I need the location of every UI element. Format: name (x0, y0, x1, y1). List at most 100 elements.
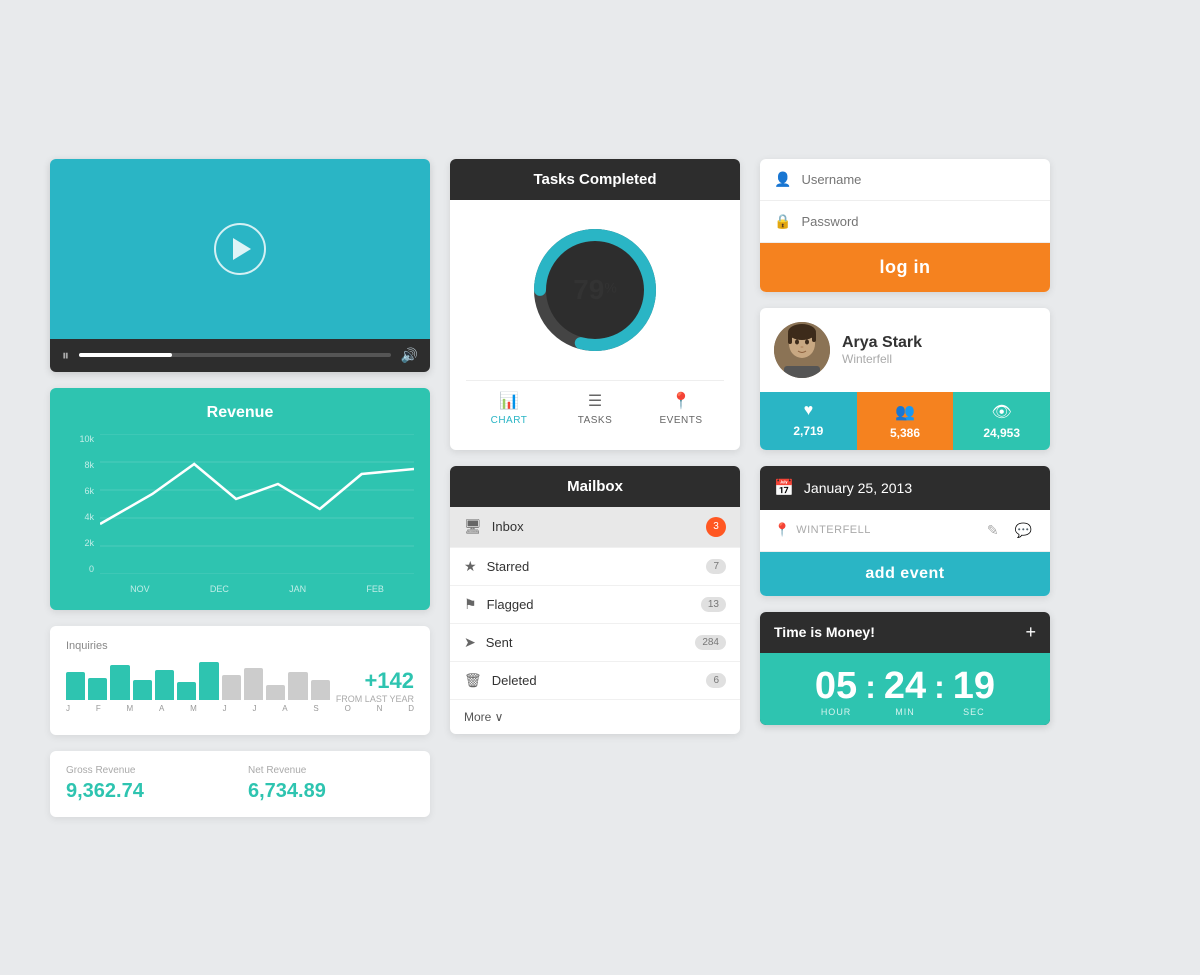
volume-icon[interactable]: 🔊 (401, 347, 418, 364)
net-label: Net Revenue (248, 765, 414, 776)
gross-label: Gross Revenue (66, 765, 232, 776)
profile-name: Arya Stark (842, 334, 922, 352)
bar-chart (66, 660, 330, 700)
bar-item (88, 678, 107, 700)
tasks-tab-label: TASKS (578, 415, 613, 426)
progress-fill (79, 353, 172, 357)
minutes-value: 24 (884, 667, 926, 705)
net-value: 6,734.89 (248, 780, 414, 803)
calendar-icon: 📅 (774, 478, 794, 498)
event-actions: 📍 WINTERFELL ✎ 💬 (760, 510, 1050, 552)
bar-item (311, 680, 330, 700)
profile-text: Arya Stark Winterfell (842, 334, 922, 366)
chart-x-labels: NOV DEC JAN FEB (100, 584, 414, 594)
seconds-label: SEC (963, 707, 985, 717)
deleted-count: 6 (706, 673, 726, 688)
tab-chart[interactable]: 📊 CHART (466, 381, 552, 434)
timer-minutes: 24 MIN (884, 667, 926, 717)
stat-likes[interactable]: ♥ 2,719 (760, 392, 857, 450)
bar-item (155, 670, 174, 700)
column-1: ⏸ 🔊 Revenue 10k 8k 6k 4k 2k 0 (50, 159, 430, 817)
mail-more[interactable]: More ∨ (450, 700, 740, 734)
tab-tasks[interactable]: ☰ TASKS (552, 381, 638, 434)
event-header: 📅 January 25, 2013 (760, 466, 1050, 510)
bar-item (288, 672, 307, 700)
bar-item (133, 680, 152, 700)
colon-1: : (865, 669, 876, 706)
tasks-card: Tasks Completed 79% 📊 (450, 159, 740, 450)
event-card: 📅 January 25, 2013 📍 WINTERFELL ✎ 💬 add … (760, 466, 1050, 596)
revenue-numbers: Gross Revenue 9,362.74 Net Revenue 6,734… (50, 751, 430, 817)
tasks-tabs: 📊 CHART ☰ TASKS 📍 EVENTS (466, 380, 724, 434)
username-input[interactable] (801, 172, 1036, 187)
mail-sent[interactable]: ➤ Sent 284 (450, 624, 740, 662)
chart-tab-label: CHART (491, 415, 528, 426)
bar-item (222, 675, 241, 700)
event-date: January 25, 2013 (804, 480, 912, 496)
lock-icon: 🔒 (774, 213, 791, 230)
stat-views[interactable]: 👁 24,953 (953, 392, 1050, 450)
pause-icon[interactable]: ⏸ (62, 347, 69, 364)
timer-add-button[interactable]: + (1025, 622, 1036, 643)
revenue-card: Revenue 10k 8k 6k 4k 2k 0 .grid-line { s… (50, 388, 430, 610)
plus-value: +142 (336, 668, 414, 694)
heart-icon: ♥ (804, 402, 814, 420)
bar-item (110, 665, 129, 700)
play-button[interactable] (214, 223, 266, 275)
tab-events[interactable]: 📍 EVENTS (638, 381, 724, 434)
inquiries-title: Inquiries (66, 640, 414, 652)
mail-starred[interactable]: ★ Starred 7 (450, 548, 740, 586)
stat-followers[interactable]: 👥 5,386 (857, 392, 954, 450)
event-location: 📍 WINTERFELL (774, 522, 975, 538)
timer-header: Time is Money! + (760, 612, 1050, 653)
login-card: 👤 🔒 log in (760, 159, 1050, 292)
login-button[interactable]: log in (760, 243, 1050, 292)
timer-seconds: 19 SEC (953, 667, 995, 717)
inbox-badge: 3 (706, 517, 726, 537)
add-event-button[interactable]: add event (760, 552, 1050, 596)
events-tab-label: EVENTS (659, 415, 702, 426)
chart-y-labels: 10k 8k 6k 4k 2k 0 (66, 434, 94, 574)
avatar (774, 322, 830, 378)
deleted-label: Deleted (492, 673, 707, 688)
password-input[interactable] (801, 214, 1036, 229)
plus-value-block: +142 FROM LAST YEAR (336, 668, 414, 704)
likes-value: 2,719 (793, 424, 823, 438)
comment-button[interactable]: 💬 (1011, 520, 1036, 541)
minutes-label: MIN (895, 707, 915, 717)
profile-card: Arya Stark Winterfell ♥ 2,719 👥 5,386 👁 … (760, 308, 1050, 450)
mail-inbox[interactable]: 🖥 Inbox 3 (450, 507, 740, 548)
tasks-tab-icon: ☰ (588, 391, 602, 411)
revenue-title: Revenue (66, 404, 414, 422)
sent-count: 284 (695, 635, 726, 650)
gross-value: 9,362.74 (66, 780, 232, 803)
timer-hours: 05 HOUR (815, 667, 857, 717)
starred-icon: ★ (464, 558, 477, 575)
followers-icon: 👥 (895, 402, 915, 422)
chart-plot: .grid-line { stroke: rgba(255,255,255,0.… (100, 434, 414, 574)
video-controls: ⏸ 🔊 (50, 339, 430, 372)
profile-stats: ♥ 2,719 👥 5,386 👁 24,953 (760, 392, 1050, 450)
colon-2: : (934, 669, 945, 706)
seconds-value: 19 (953, 667, 995, 705)
donut-center: 79% (573, 274, 617, 306)
donut-chart: 79% (525, 220, 665, 360)
mailbox-card: Mailbox 🖥 Inbox 3 ★ Starred 7 ⚑ Flagged … (450, 466, 740, 734)
from-text: FROM LAST YEAR (336, 694, 414, 704)
profile-location: Winterfell (842, 352, 922, 366)
location-icon: 📍 (774, 522, 790, 538)
progress-bar[interactable] (79, 353, 391, 357)
mail-deleted[interactable]: 🗑 Deleted 6 (450, 662, 740, 700)
flagged-icon: ⚑ (464, 596, 477, 613)
sent-icon: ➤ (464, 634, 476, 651)
mail-flagged[interactable]: ⚑ Flagged 13 (450, 586, 740, 624)
edit-button[interactable]: ✎ (983, 520, 1003, 541)
views-value: 24,953 (983, 426, 1020, 440)
hours-value: 05 (815, 667, 857, 705)
gross-revenue: Gross Revenue 9,362.74 (66, 765, 232, 803)
profile-info: Arya Stark Winterfell (760, 308, 1050, 392)
flagged-count: 13 (701, 597, 726, 612)
events-tab-icon: 📍 (671, 391, 691, 411)
location-text: WINTERFELL (796, 524, 871, 536)
column-3: 👤 🔒 log in (760, 159, 1050, 725)
